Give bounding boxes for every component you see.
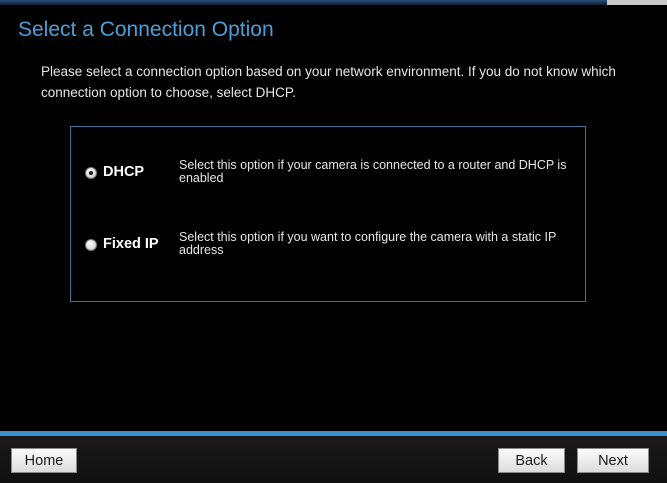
intro-text: Please select a connection option based … — [41, 64, 616, 100]
dhcp-label[interactable]: DHCP — [103, 164, 144, 180]
page-title: Select a Connection Option — [18, 18, 274, 41]
dhcp-radio[interactable] — [85, 167, 97, 179]
fixed-ip-description: Select this option if you want to config… — [179, 230, 557, 257]
footer-bar — [0, 436, 667, 483]
fixed-ip-label[interactable]: Fixed IP — [103, 236, 159, 252]
connection-options-box: DHCP Select this option if your camera i… — [70, 126, 586, 302]
option-fixed-ip: Fixed IP Select this option if you want … — [85, 231, 575, 271]
window-top-edge-right — [607, 0, 667, 5]
next-button[interactable]: Next — [577, 448, 649, 473]
connection-wizard-screen: Select a Connection Option Please select… — [0, 0, 667, 483]
window-top-edge — [0, 0, 667, 5]
home-button[interactable]: Home — [11, 448, 77, 473]
dhcp-description: Select this option if your camera is con… — [179, 158, 567, 185]
back-button[interactable]: Back — [498, 448, 565, 473]
fixed-ip-radio[interactable] — [85, 239, 97, 251]
option-dhcp: DHCP Select this option if your camera i… — [85, 159, 575, 199]
